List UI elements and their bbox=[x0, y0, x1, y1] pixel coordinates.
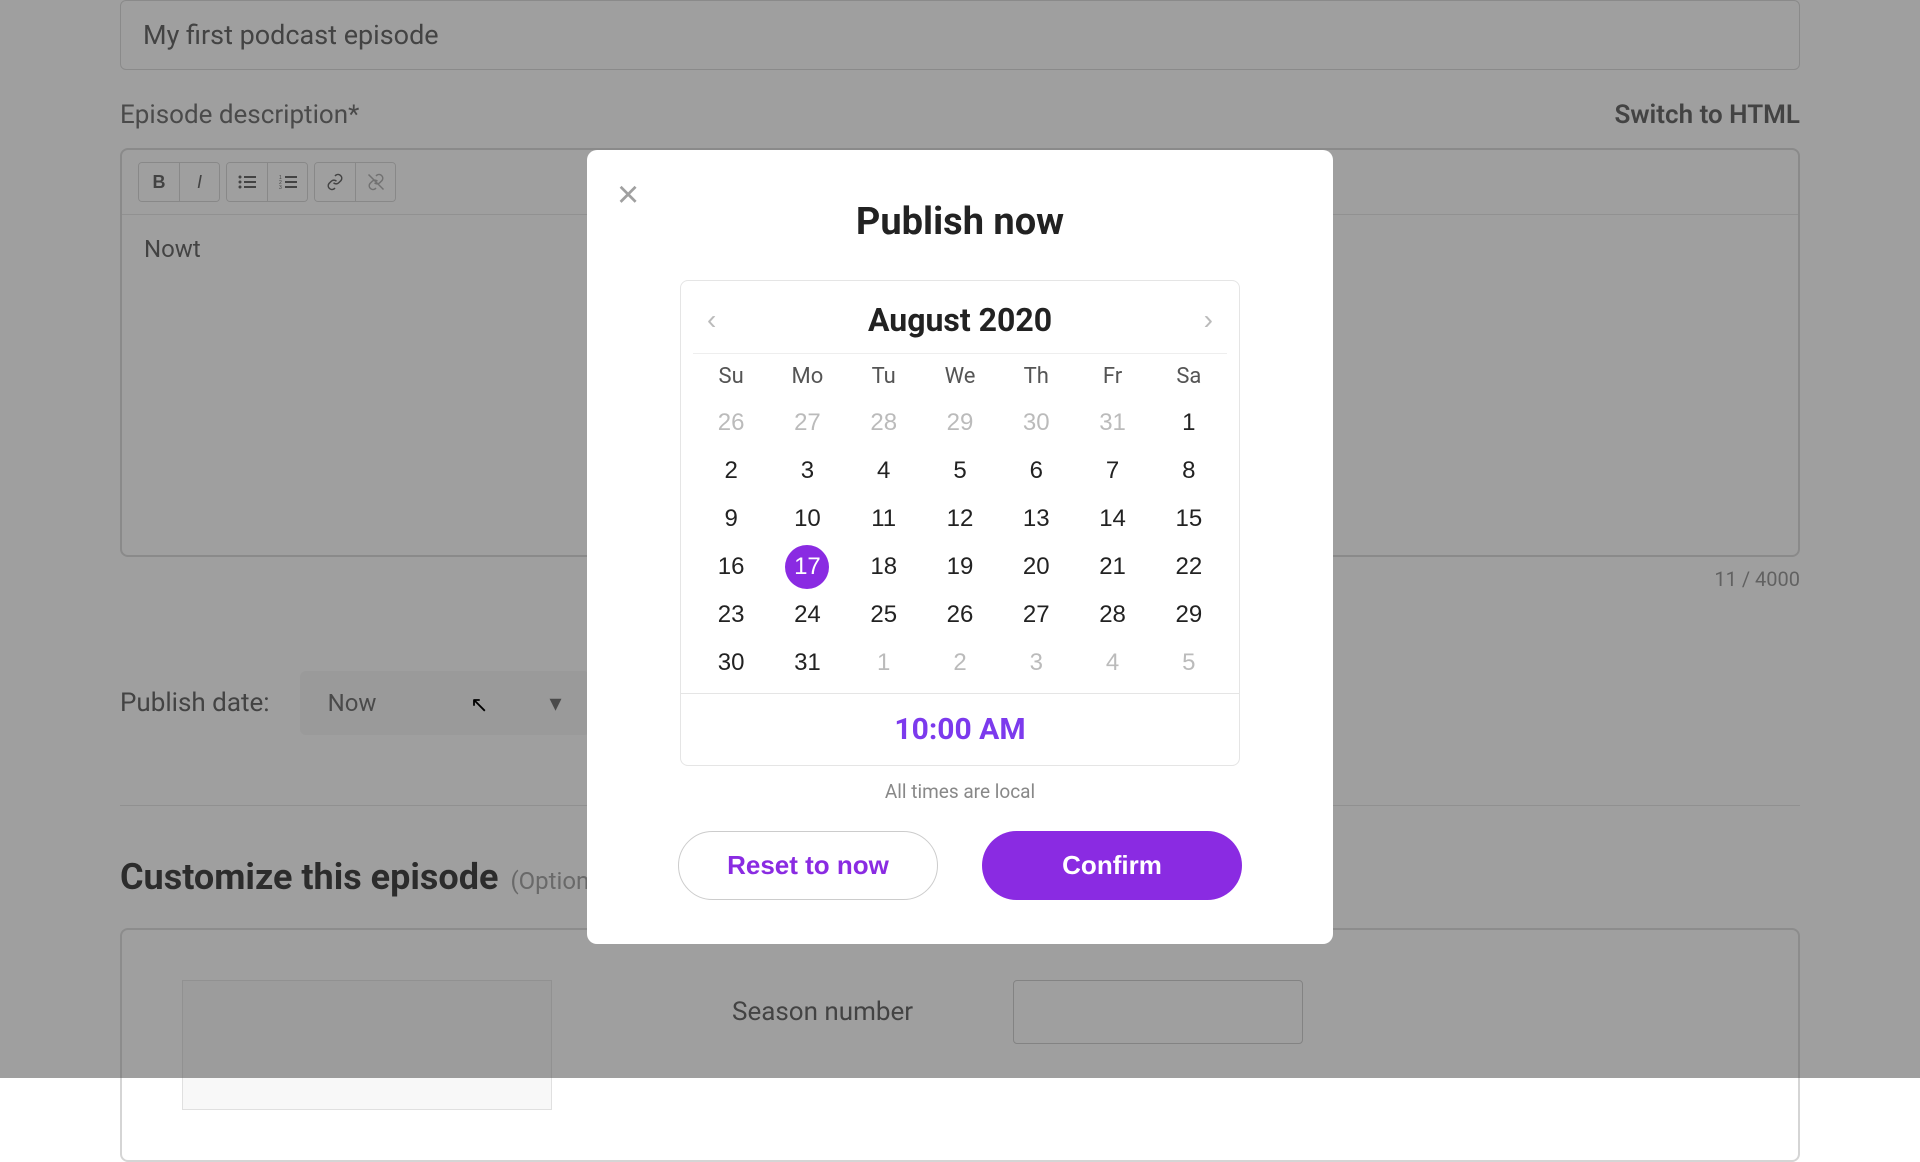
calendar-day[interactable]: 10 bbox=[769, 495, 845, 543]
confirm-button[interactable]: Confirm bbox=[982, 831, 1242, 900]
timezone-note: All times are local bbox=[631, 780, 1289, 803]
calendar-day[interactable]: 1 bbox=[1151, 399, 1227, 447]
calendar-day[interactable]: 18 bbox=[846, 543, 922, 591]
calendar-dow: We bbox=[922, 353, 998, 399]
calendar-day[interactable]: 23 bbox=[693, 591, 769, 639]
calendar-day[interactable]: 28 bbox=[1074, 591, 1150, 639]
calendar-day[interactable]: 3 bbox=[998, 639, 1074, 687]
calendar-day[interactable]: 7 bbox=[1074, 447, 1150, 495]
calendar-day[interactable]: 31 bbox=[1074, 399, 1150, 447]
calendar-dow: Su bbox=[693, 353, 769, 399]
calendar-day[interactable]: 29 bbox=[922, 399, 998, 447]
calendar-day[interactable]: 15 bbox=[1151, 495, 1227, 543]
calendar-day[interactable]: 14 bbox=[1074, 495, 1150, 543]
close-icon[interactable]: × bbox=[617, 176, 639, 214]
calendar-day[interactable]: 26 bbox=[693, 399, 769, 447]
calendar-day[interactable]: 19 bbox=[922, 543, 998, 591]
calendar-day[interactable]: 8 bbox=[1151, 447, 1227, 495]
calendar-day[interactable]: 26 bbox=[922, 591, 998, 639]
calendar-day[interactable]: 24 bbox=[769, 591, 845, 639]
calendar-day[interactable]: 5 bbox=[1151, 639, 1227, 687]
next-month-button[interactable]: › bbox=[1204, 304, 1213, 336]
calendar-day[interactable]: 28 bbox=[846, 399, 922, 447]
calendar: ‹ August 2020 › SuMoTuWeThFrSa2627282930… bbox=[680, 280, 1240, 766]
calendar-day[interactable]: 5 bbox=[922, 447, 998, 495]
calendar-day[interactable]: 27 bbox=[769, 399, 845, 447]
calendar-day[interactable]: 9 bbox=[693, 495, 769, 543]
calendar-dow: Fr bbox=[1074, 353, 1150, 399]
calendar-day[interactable]: 4 bbox=[846, 447, 922, 495]
calendar-day[interactable]: 11 bbox=[846, 495, 922, 543]
calendar-day[interactable]: 31 bbox=[769, 639, 845, 687]
calendar-day[interactable]: 4 bbox=[1074, 639, 1150, 687]
modal-overlay[interactable]: × Publish now ‹ August 2020 › SuMoTuWeTh… bbox=[0, 0, 1920, 1078]
calendar-dow: Mo bbox=[769, 353, 845, 399]
calendar-day[interactable]: 30 bbox=[693, 639, 769, 687]
calendar-month-label: August 2020 bbox=[868, 301, 1052, 339]
calendar-day[interactable]: 25 bbox=[846, 591, 922, 639]
calendar-day[interactable]: 12 bbox=[922, 495, 998, 543]
calendar-day[interactable]: 29 bbox=[1151, 591, 1227, 639]
calendar-day[interactable]: 3 bbox=[769, 447, 845, 495]
publish-date-modal: × Publish now ‹ August 2020 › SuMoTuWeTh… bbox=[587, 150, 1333, 944]
calendar-day[interactable]: 21 bbox=[1074, 543, 1150, 591]
calendar-dow: Th bbox=[998, 353, 1074, 399]
calendar-day[interactable]: 22 bbox=[1151, 543, 1227, 591]
prev-month-button[interactable]: ‹ bbox=[707, 304, 716, 336]
calendar-day[interactable]: 13 bbox=[998, 495, 1074, 543]
modal-title: Publish now bbox=[631, 200, 1289, 244]
calendar-day[interactable]: 20 bbox=[998, 543, 1074, 591]
calendar-day[interactable]: 1 bbox=[846, 639, 922, 687]
calendar-day[interactable]: 17 bbox=[785, 545, 829, 589]
calendar-day[interactable]: 6 bbox=[998, 447, 1074, 495]
calendar-dow: Tu bbox=[846, 353, 922, 399]
calendar-day[interactable]: 27 bbox=[998, 591, 1074, 639]
time-picker[interactable]: 10:00 AM bbox=[681, 693, 1239, 765]
calendar-day[interactable]: 16 bbox=[693, 543, 769, 591]
reset-to-now-button[interactable]: Reset to now bbox=[678, 831, 938, 900]
calendar-dow: Sa bbox=[1151, 353, 1227, 399]
calendar-day[interactable]: 2 bbox=[693, 447, 769, 495]
calendar-day[interactable]: 30 bbox=[998, 399, 1074, 447]
calendar-day[interactable]: 2 bbox=[922, 639, 998, 687]
